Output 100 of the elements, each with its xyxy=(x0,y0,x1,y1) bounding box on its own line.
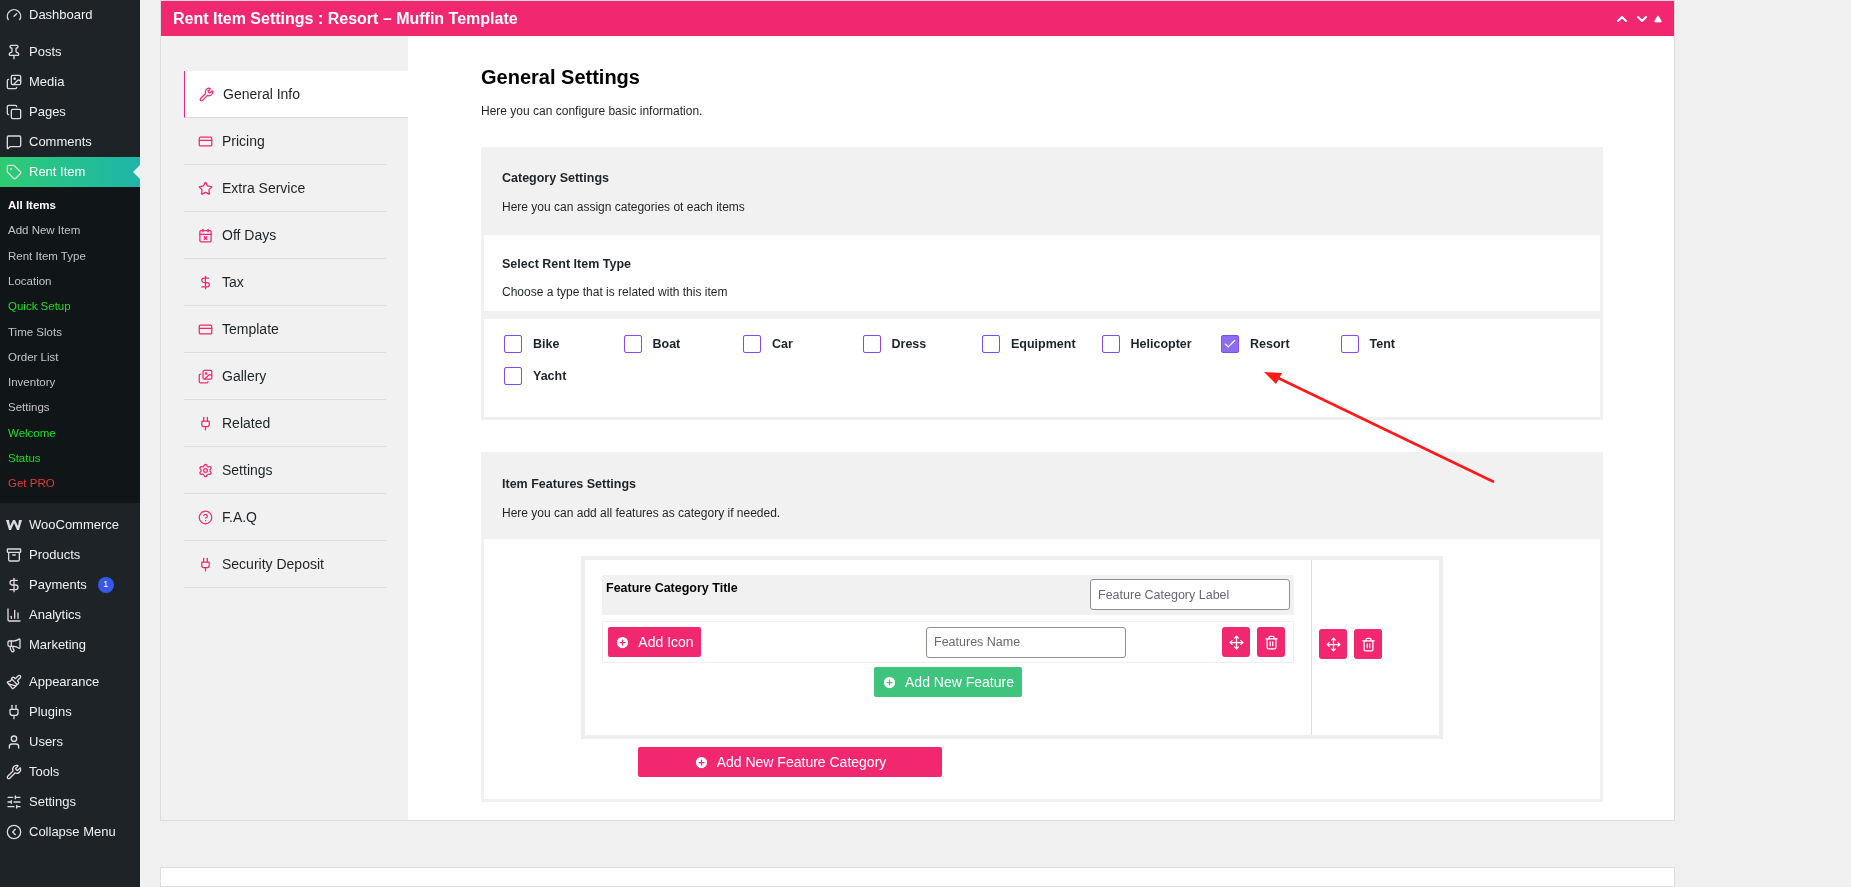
delete-button[interactable] xyxy=(1257,627,1285,657)
checkbox-label: Boat xyxy=(652,336,681,353)
checkbox[interactable] xyxy=(1101,335,1120,354)
star-icon xyxy=(198,180,213,196)
plus-icon xyxy=(882,674,897,690)
tools-icon xyxy=(199,86,214,102)
category-title-label: Feature Category Title xyxy=(606,580,738,597)
add-category-button[interactable]: Add New Feature Category xyxy=(638,747,942,777)
menu-label: Products xyxy=(29,545,81,564)
menu-item[interactable]: Dashboard xyxy=(0,0,140,30)
bar-chart-icon xyxy=(6,606,22,623)
gear-icon xyxy=(198,462,213,478)
submenu-item[interactable]: Rent Item Type xyxy=(0,243,140,269)
megaphone-icon xyxy=(6,636,22,653)
submenu-item[interactable]: Time Slots xyxy=(0,319,140,345)
checkbox[interactable] xyxy=(1340,335,1359,354)
dollar-icon xyxy=(198,274,213,290)
features-name-field[interactable]: Features Name xyxy=(926,626,1126,658)
settings-tab[interactable]: Settings xyxy=(184,447,386,494)
submenu-item[interactable]: Quick Setup xyxy=(0,294,140,320)
settings-tab[interactable]: Related xyxy=(184,400,386,447)
checkbox-label: Car xyxy=(772,336,793,353)
current-pointer xyxy=(133,165,140,179)
trash-icon xyxy=(1263,634,1279,650)
card-icon xyxy=(198,321,213,337)
section-heading: General Settings xyxy=(481,65,641,90)
settings-tab[interactable]: Tax xyxy=(184,259,386,306)
trash-icon xyxy=(1360,636,1376,652)
delete-button[interactable] xyxy=(1354,629,1382,659)
submenu-item[interactable]: Add New Item xyxy=(0,218,140,244)
menu-item[interactable]: WooCommerce xyxy=(0,509,140,540)
submenu-item[interactable]: Location xyxy=(0,268,140,295)
plug-icon xyxy=(198,415,213,431)
menu-label: Rent Item xyxy=(29,163,86,182)
submenu-item[interactable]: Welcome xyxy=(0,420,140,446)
sliders-icon xyxy=(6,793,22,810)
settings-tab[interactable]: Pricing xyxy=(184,118,386,165)
menu-item[interactable]: Payments 1 xyxy=(0,569,140,600)
move-button[interactable] xyxy=(1319,629,1347,659)
settings-tab[interactable]: Extra Service xyxy=(184,165,386,212)
tag-icon xyxy=(6,164,22,180)
submenu-item[interactable]: All Items xyxy=(0,193,140,219)
menu-item[interactable]: Tools xyxy=(0,756,140,787)
menu-label: Analytics xyxy=(29,605,82,624)
menu-item[interactable]: Comments xyxy=(0,127,140,157)
menu-label: Posts xyxy=(29,43,62,62)
field-title: Select Rent Item Type xyxy=(502,256,632,273)
triangle-icon[interactable] xyxy=(1653,14,1662,23)
settings-tab[interactable]: General Info xyxy=(184,71,408,118)
menu-item[interactable]: Media xyxy=(0,67,140,97)
checkbox[interactable] xyxy=(504,367,522,386)
menu-item[interactable]: Collapse Menu xyxy=(0,816,140,847)
field-description: Choose a type that is related with this item xyxy=(502,283,729,301)
checkbox-label: Equipment xyxy=(1011,336,1076,353)
menu-item[interactable]: Plugins xyxy=(0,696,140,727)
menu-item[interactable]: Users xyxy=(0,726,140,757)
menu-label: Payments xyxy=(29,575,87,594)
move-icon xyxy=(1228,634,1244,650)
card-icon xyxy=(198,133,213,149)
card-description: Here you can assign categories ot each items xyxy=(502,198,746,216)
checkbox[interactable] xyxy=(862,335,881,354)
submenu-item[interactable]: Inventory xyxy=(0,370,140,396)
settings-tab[interactable]: F.A.Q xyxy=(184,494,386,541)
menu-item[interactable]: Posts xyxy=(0,37,140,67)
card-description: Here you can add all features as category if needed. xyxy=(502,504,782,522)
menu-item[interactable]: Settings xyxy=(0,786,140,817)
pin-icon xyxy=(6,44,22,60)
settings-tab[interactable]: Off Days xyxy=(184,212,386,259)
menu-label: Collapse Menu xyxy=(29,822,116,841)
menu-label: Marketing xyxy=(29,635,87,654)
add-icon-button[interactable]: Add Icon xyxy=(608,627,701,657)
category-label-field[interactable]: Feature Category Label xyxy=(1090,579,1290,610)
checkbox[interactable] xyxy=(504,335,522,354)
menu-label: Media xyxy=(29,73,65,92)
menu-label: Dashboard xyxy=(29,6,93,25)
gauge-icon xyxy=(6,7,22,23)
panel-title: Rent Item Settings : Resort – Muffin Template xyxy=(173,8,518,29)
menu-label: WooCommerce xyxy=(29,515,120,534)
menu-item[interactable]: Analytics xyxy=(0,599,140,630)
checkbox[interactable] xyxy=(623,335,642,354)
move-button[interactable] xyxy=(1222,627,1250,657)
settings-tab[interactable]: Security Deposit xyxy=(184,541,386,588)
move-icon xyxy=(1325,636,1341,652)
menu-item[interactable]: Marketing xyxy=(0,629,140,660)
settings-tab[interactable]: Template xyxy=(184,306,386,353)
menu-item[interactable]: Products xyxy=(0,539,140,570)
images-icon xyxy=(6,74,22,90)
checkbox[interactable] xyxy=(982,335,1000,354)
submenu-item[interactable]: Get PRO xyxy=(0,471,140,497)
submenu-item[interactable]: Settings xyxy=(0,395,140,421)
submenu-item[interactable]: Order List xyxy=(0,344,140,371)
submenu-item[interactable]: Status xyxy=(0,445,140,472)
checkbox[interactable] xyxy=(743,335,761,354)
menu-item[interactable]: Pages xyxy=(0,97,140,127)
settings-tab[interactable]: Gallery xyxy=(184,353,386,400)
menu-item[interactable]: Appearance xyxy=(0,666,140,697)
checkbox[interactable] xyxy=(1221,335,1239,354)
checkbox-label: Dress xyxy=(891,336,927,353)
card-title: Item Features Settings xyxy=(502,476,638,493)
help-icon xyxy=(198,509,213,525)
